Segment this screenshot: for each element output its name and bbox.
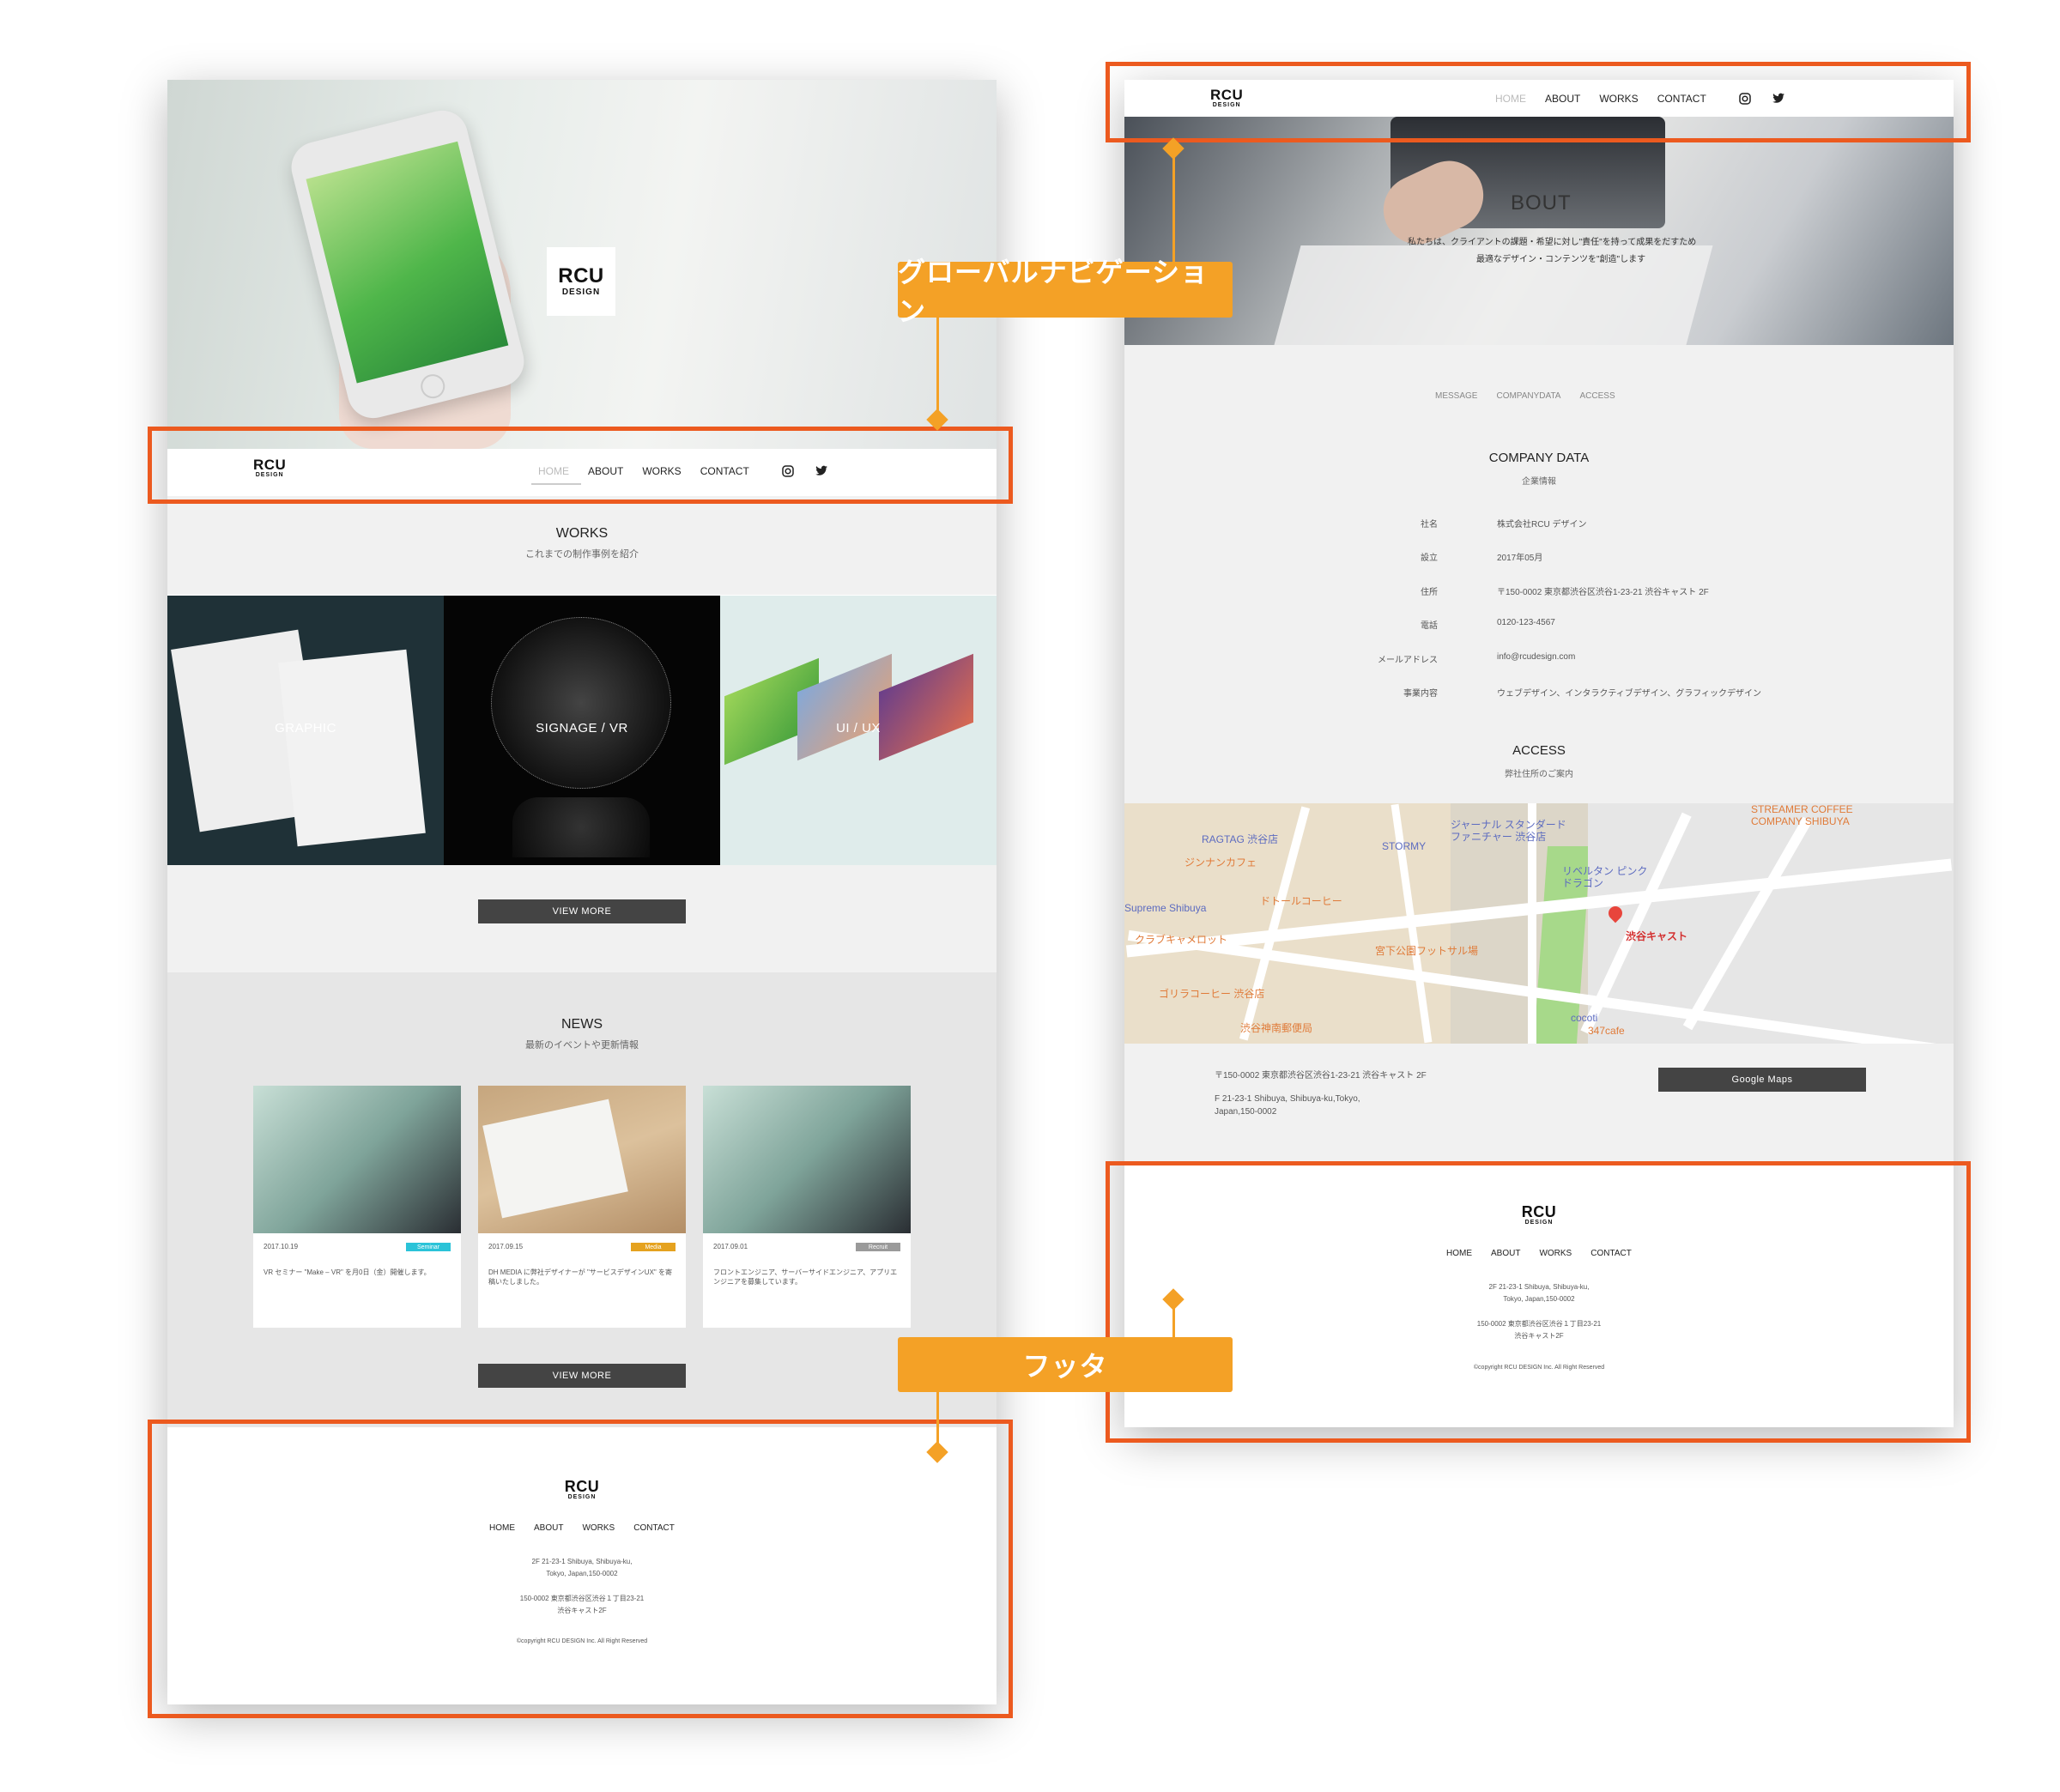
news-badge: Media <box>631 1243 676 1251</box>
news-date: 2017.09.01 <box>713 1243 748 1250</box>
works-tile-label: UI / UX <box>836 721 881 736</box>
callout-connector <box>1172 148 1175 262</box>
callout-footer: フッタ <box>898 1337 1233 1392</box>
hero-logo: RCU DESIGN <box>547 247 615 316</box>
company-row-value: 2017年05月 <box>1497 554 1543 563</box>
works-title: WORKS <box>555 526 609 541</box>
callout-global-nav: グローバルナビゲーション <box>898 257 1233 327</box>
works-tile-label: GRAPHIC <box>275 721 336 736</box>
subnav-companydata[interactable]: COMPANYDATA <box>1496 391 1560 401</box>
map-label: STORMY <box>1382 840 1427 852</box>
map-label: ドトールコーヒー <box>1260 895 1342 907</box>
news-view-more-button[interactable]: VIEW MORE <box>478 1364 686 1388</box>
subnav-message[interactable]: MESSAGE <box>1435 391 1477 401</box>
company-title: COMPANY DATA <box>1488 451 1590 465</box>
map-label: RAGTAG 渋谷店 <box>1202 833 1279 845</box>
map-label: ジャーナル スタンダード ファニチャー 渋谷店 <box>1451 819 1566 843</box>
company-row-label: 電話 <box>1421 621 1438 631</box>
news-card[interactable]: 2017.09.01 Recruit フロントエンジニア、サーバーサイドエンジニ… <box>703 1086 911 1328</box>
about-hero-text: 私たちは、クライアントの課題・希望に対し"責任"を持って成果をだすため <box>1408 238 1697 247</box>
news-date: 2017.09.15 <box>488 1243 524 1250</box>
company-row-value: ウェブデザイン、インタラクティブデザイン、グラフィックデザイン <box>1497 689 1761 699</box>
news-badge: Recruit <box>856 1243 900 1251</box>
map-label: STREAMER COFFEE COMPANY SHIBUYA <box>1751 803 1853 827</box>
news-text: VR セミナー "Make – VR" を月0日（金）開催します。 <box>264 1268 431 1276</box>
highlight-home-footer <box>148 1420 1013 1718</box>
news-badge: Seminar <box>406 1243 451 1251</box>
highlight-about-nav <box>1106 62 1971 142</box>
map-label: 渋谷神南郵便局 <box>1240 1022 1313 1034</box>
company-subtitle: 企業情報 <box>1522 477 1556 487</box>
company-row-value: 0120-123-4567 <box>1497 618 1555 627</box>
company-row-value: info@rcudesign.com <box>1497 652 1576 662</box>
access-address-jp: 〒150-0002 東京都渋谷区渋谷1-23-21 渋谷キャスト 2F <box>1215 1071 1427 1081</box>
map-label: ジンナンカフェ <box>1184 857 1257 869</box>
about-hero-title: BOUT <box>1511 191 1572 215</box>
access-subtitle: 弊社住所のご案内 <box>1505 770 1573 779</box>
hero-image: RCU DESIGN <box>167 80 997 449</box>
map-label: 渋谷キャスト <box>1626 930 1688 942</box>
highlight-home-nav <box>148 427 1013 504</box>
works-subtitle: これまでの制作事例を紹介 <box>525 549 639 560</box>
news-card[interactable]: 2017.10.19 Seminar VR セミナー "Make – VR" を… <box>253 1086 461 1328</box>
about-hero-image <box>1124 117 1954 345</box>
news-text: フロントエンジニア、サーバーサイドエンジニア、アプリエンジニアを募集しています。 <box>713 1268 898 1286</box>
news-text: DH MEDIA に弊社デザイナーが "サービスデザインUX" を寄稿いたしまし… <box>488 1268 672 1286</box>
about-hero-text: 最適なデザイン・コンテンツを"創造"します <box>1476 255 1646 264</box>
company-row-label: 社名 <box>1421 520 1438 530</box>
map-label: 宮下公園フットサル場 <box>1375 945 1479 957</box>
news-subtitle: 最新のイベントや更新情報 <box>525 1040 639 1050</box>
map-label: Supreme Shibuya <box>1124 902 1207 914</box>
company-row-label: メールアドレス <box>1378 656 1438 665</box>
company-row-label: 住所 <box>1421 588 1438 597</box>
news-date: 2017.10.19 <box>264 1243 299 1250</box>
access-title: ACCESS <box>1512 743 1566 758</box>
subnav-access[interactable]: ACCESS <box>1579 391 1615 401</box>
access-map[interactable]: RAGTAG 渋谷店 STORMY ジンナンカフェ ジャーナル スタンダード フ… <box>1124 803 1954 1044</box>
company-row-label: 事業内容 <box>1403 689 1438 699</box>
news-card[interactable]: 2017.09.15 Media DH MEDIA に弊社デザイナーが "サービ… <box>478 1086 686 1328</box>
company-row-label: 設立 <box>1421 554 1438 563</box>
map-label: クラブキャメロット <box>1135 934 1228 946</box>
company-row-value: 〒150-0002 東京都渋谷区渋谷1-23-21 渋谷キャスト 2F <box>1497 588 1709 597</box>
works-tile-label: SIGNAGE / VR <box>536 721 628 736</box>
works-tile-graphic[interactable]: GRAPHIC <box>167 596 444 865</box>
phone-shape <box>286 105 530 424</box>
google-maps-button[interactable]: Google Maps <box>1658 1068 1866 1092</box>
highlight-about-footer <box>1106 1161 1971 1443</box>
map-label: 347cafe <box>1588 1025 1625 1037</box>
map-label: リベルタン ピンクドラゴン <box>1562 865 1648 889</box>
access-address-en: F 21-23-1 Shibuya, Shibuya-ku,Tokyo, Japa… <box>1215 1094 1360 1117</box>
news-title: NEWS <box>561 1017 603 1032</box>
company-row-value: 株式会社RCU デザイン <box>1497 520 1587 530</box>
callout-connector <box>936 318 939 419</box>
map-label: ゴリラコーヒー 渋谷店 <box>1159 988 1265 1000</box>
map-label: cocoti <box>1571 1012 1598 1024</box>
works-tile-signage[interactable]: SIGNAGE / VR <box>444 596 720 865</box>
works-view-more-button[interactable]: VIEW MORE <box>478 899 686 923</box>
about-subnav: MESSAGE COMPANYDATA ACCESS <box>1435 391 1634 401</box>
works-tile-uiux[interactable]: UI / UX <box>720 596 997 865</box>
